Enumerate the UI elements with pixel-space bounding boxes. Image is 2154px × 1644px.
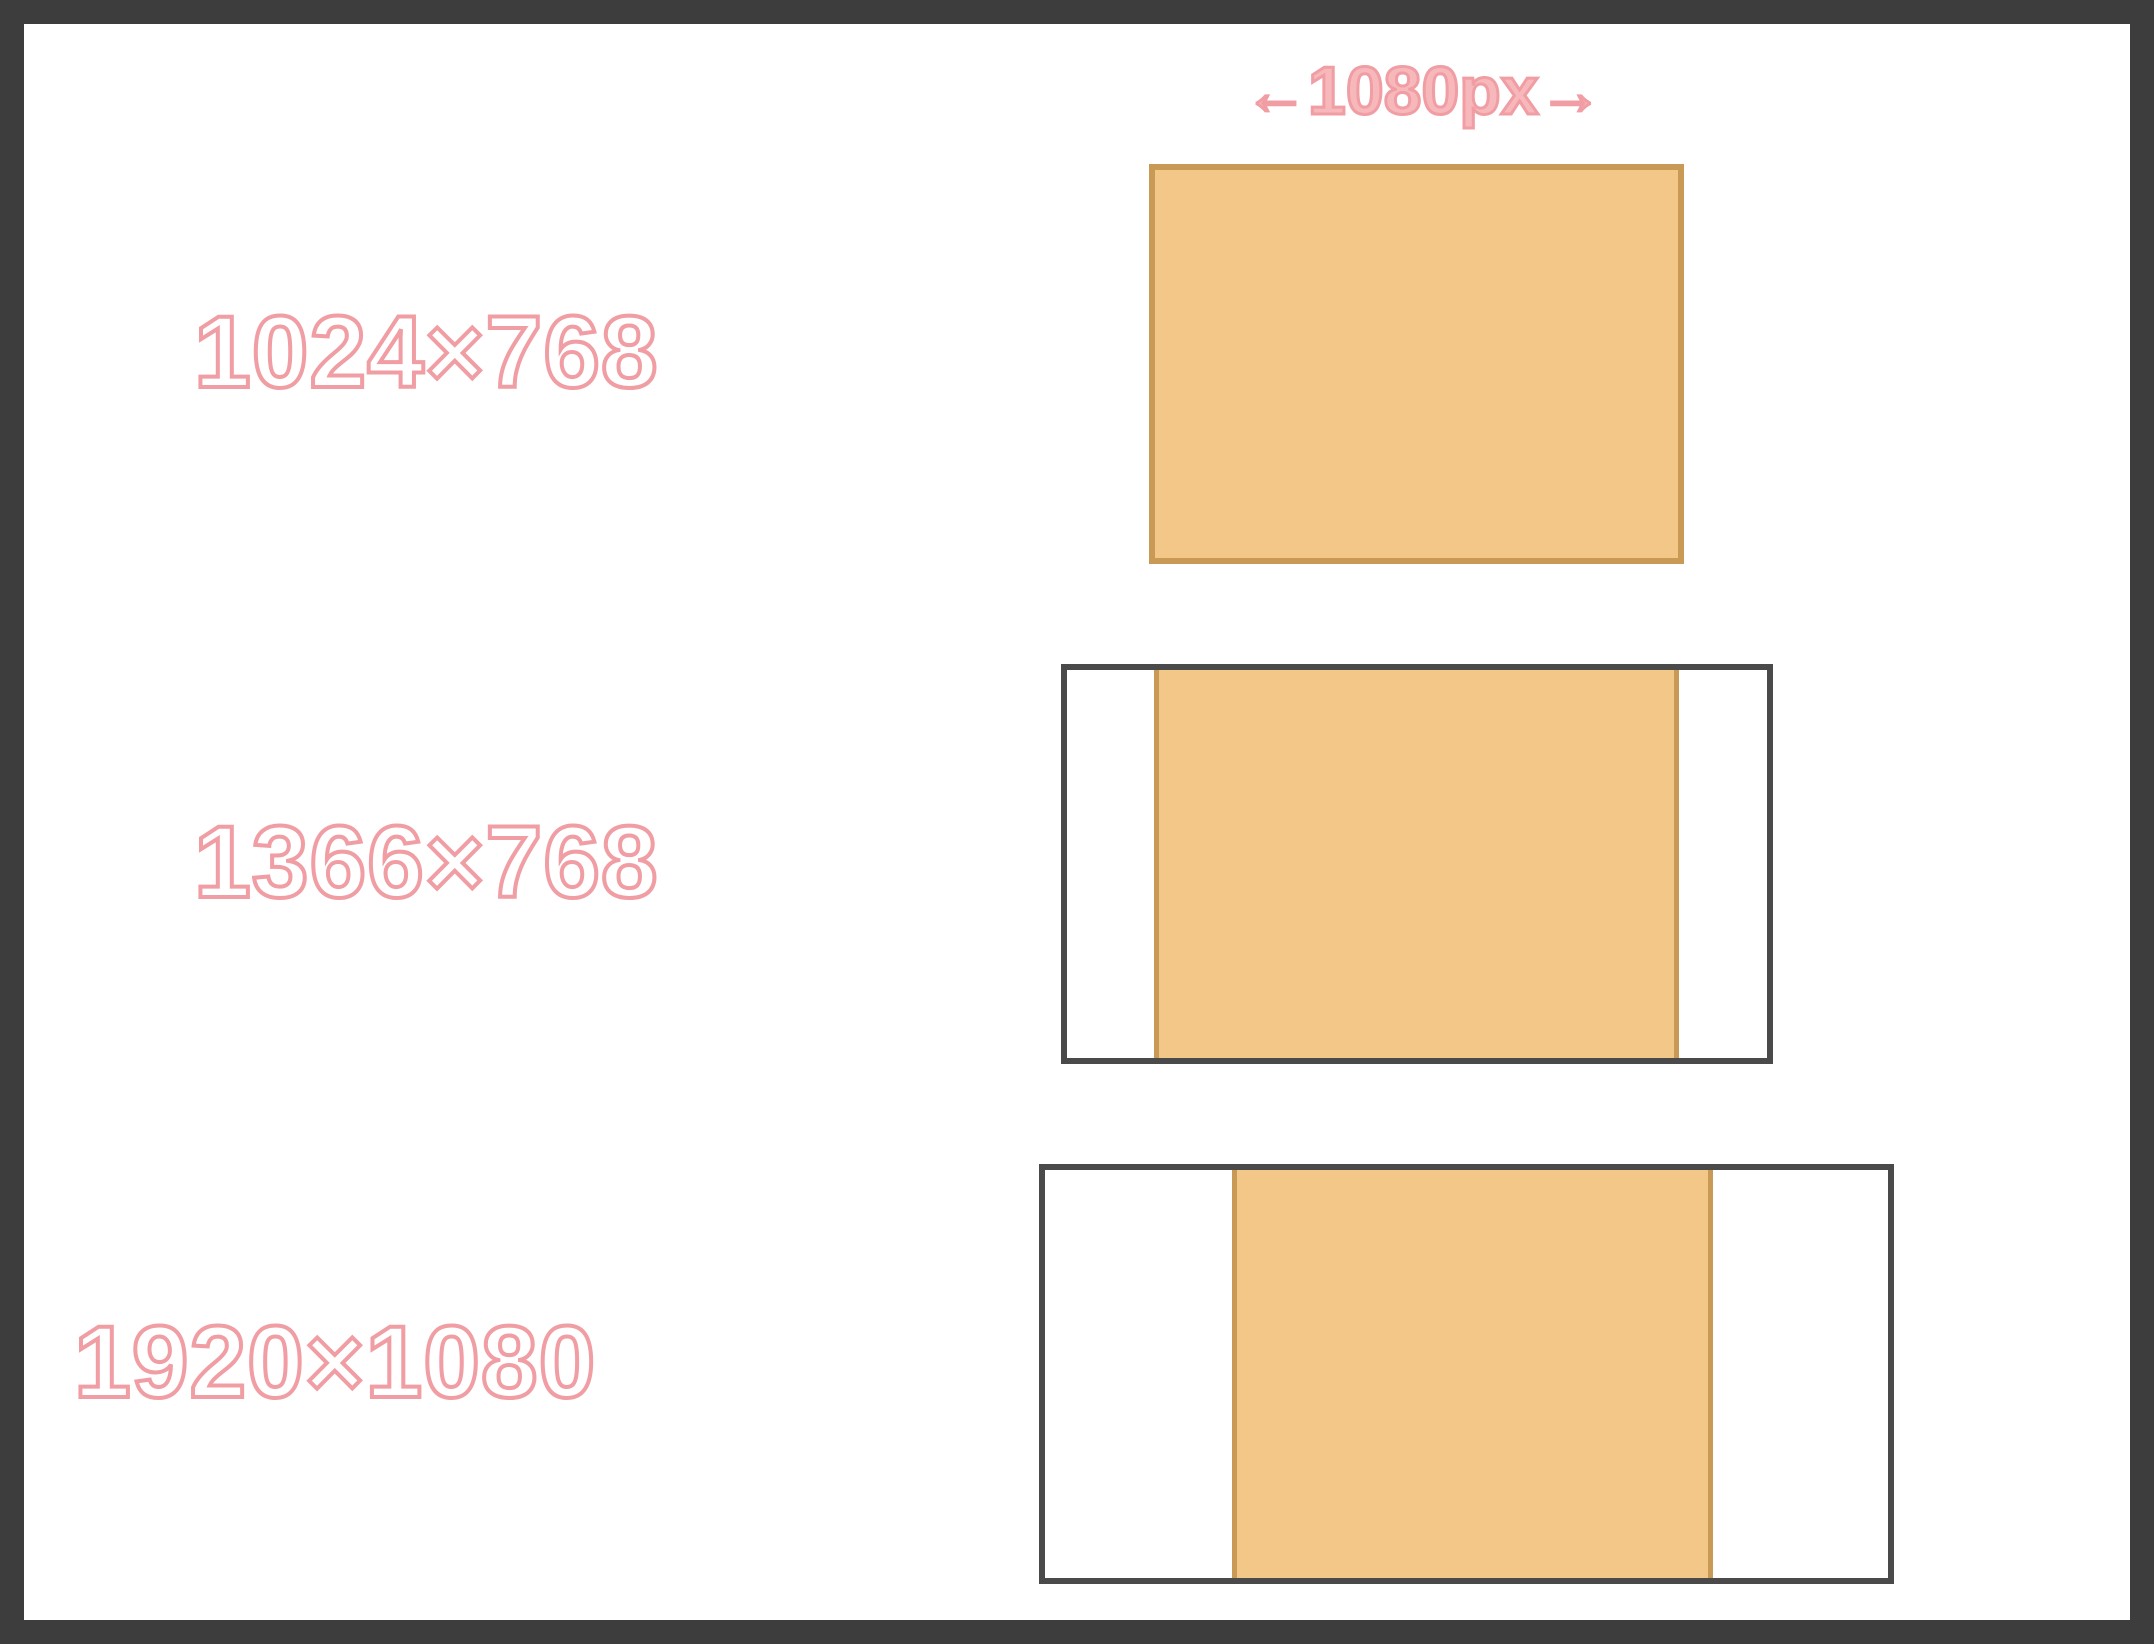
arrow-right-icon: →: [1539, 56, 1603, 128]
viewport-box-1366x768: [1061, 664, 1773, 1064]
content-width-text: 1080px: [1308, 53, 1539, 129]
content-column-1: [1149, 164, 1684, 564]
arrow-left-icon: ←: [1244, 56, 1308, 128]
viewport-box-1920x1080: [1039, 1164, 1894, 1584]
diagram-canvas: ←1080px→ 1024×768 1366×768 1920×1080: [24, 24, 2130, 1620]
resolution-label-2: 1366×768: [194, 804, 659, 921]
resolution-label-1: 1024×768: [194, 294, 659, 411]
viewport-box-1024x768: [1149, 164, 1684, 564]
content-column-2: [1154, 670, 1679, 1058]
resolution-label-3: 1920×1080: [74, 1304, 596, 1421]
content-column-3: [1232, 1170, 1713, 1578]
content-width-label: ←1080px→: [1244, 52, 1603, 130]
